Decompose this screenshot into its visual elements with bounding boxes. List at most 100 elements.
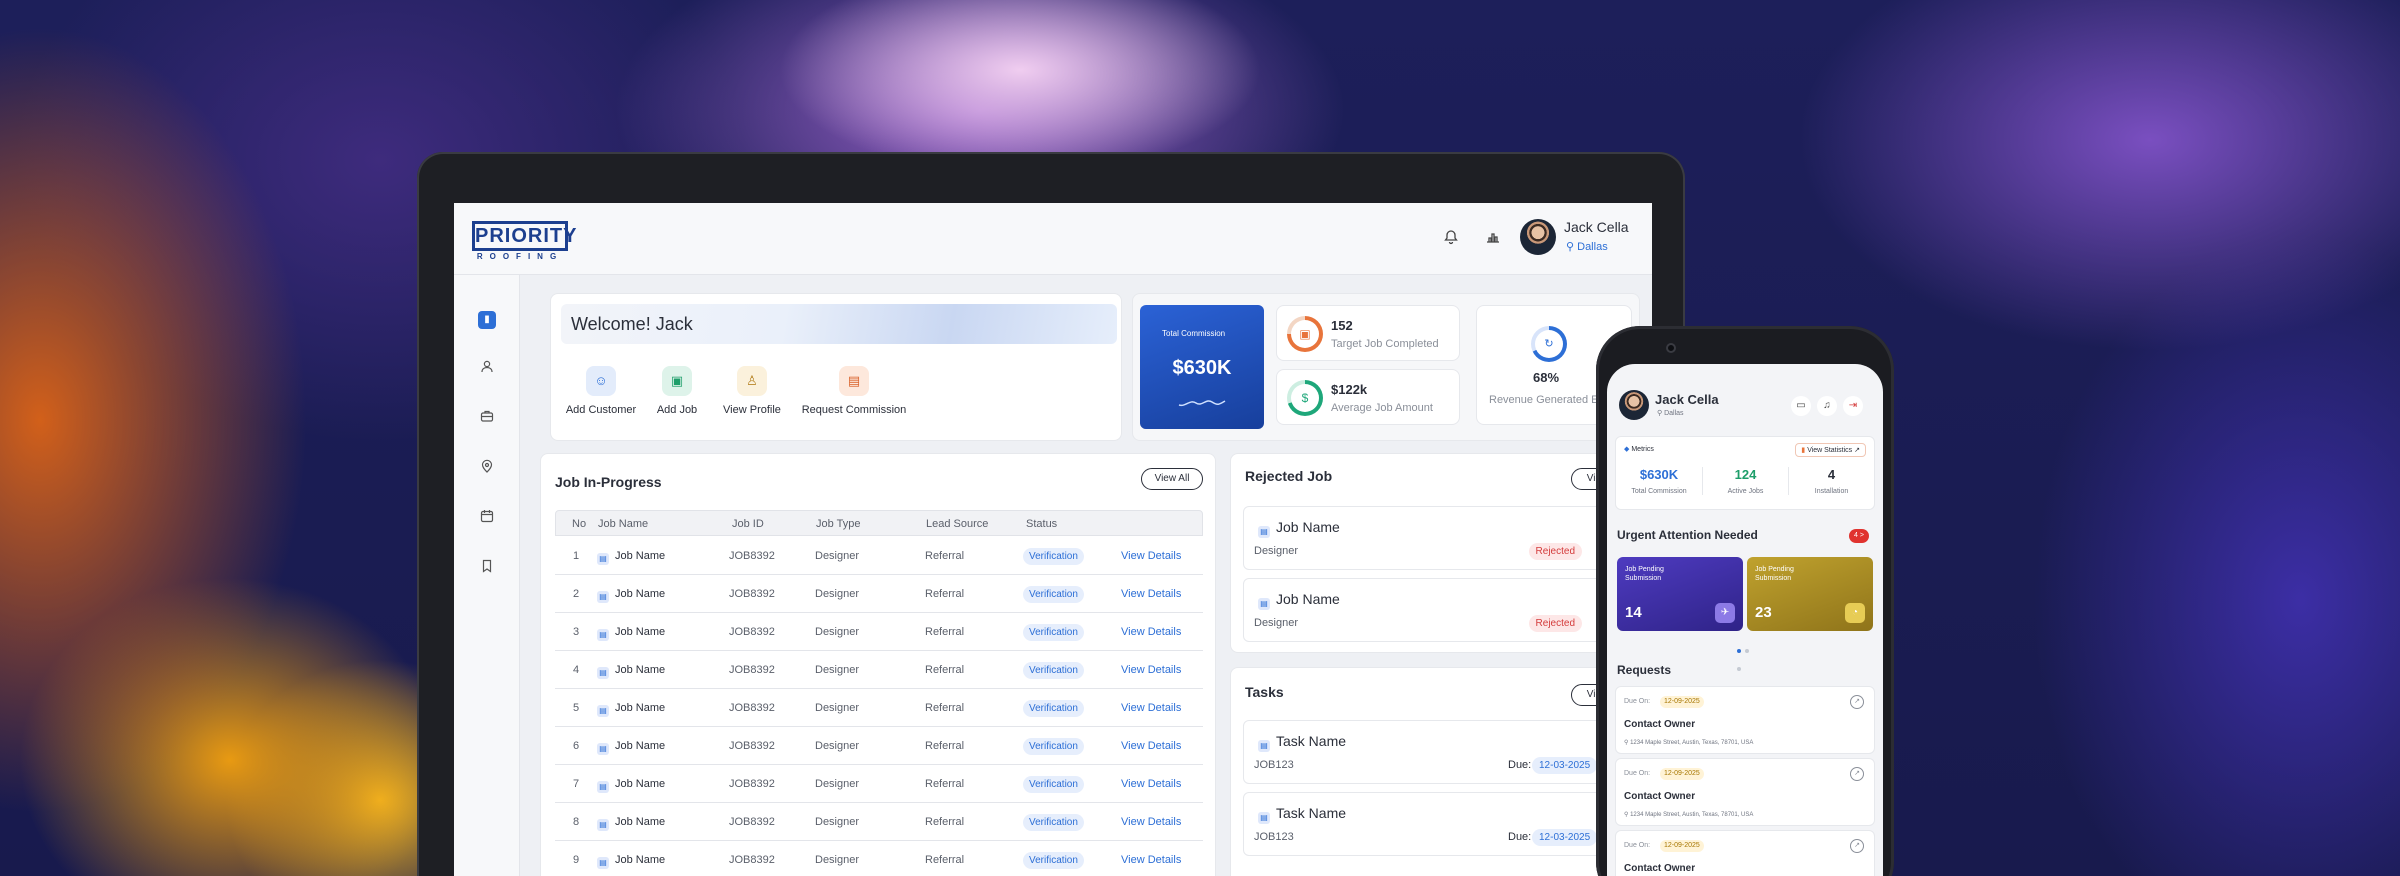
carousel-dots[interactable] <box>1737 640 1753 671</box>
wallet-icon: ▤ <box>839 366 869 396</box>
commission-label: Total Commission <box>1162 329 1226 338</box>
lead-source: Referral <box>925 626 965 638</box>
lead-source: Referral <box>925 550 965 562</box>
view-details-link[interactable]: View Details <box>1121 689 1181 727</box>
table-row[interactable]: 8 ▤ Job Name JOB8392 Designer Referral Verific… <box>555 803 1203 841</box>
job-name-cell: ▤ Job Name <box>597 803 665 841</box>
status-badge: Verification <box>1023 624 1084 641</box>
table-row[interactable]: 5 ▤ Job Name JOB8392 Designer Referral Verific… <box>555 689 1203 727</box>
total-commission-card[interactable]: Total Commission $630K <box>1140 305 1264 429</box>
commission-value: $630K <box>1172 357 1232 379</box>
priority-roofing-logo[interactable]: PRIORITY ROOFING <box>472 221 576 261</box>
mobile-avatar[interactable] <box>1619 390 1649 420</box>
bookmark-icon <box>482 559 492 573</box>
view-details-link[interactable]: View Details <box>1121 841 1181 876</box>
logo-line1: PRIORITY <box>472 221 576 251</box>
bell-icon[interactable]: ♫ <box>1817 396 1837 416</box>
urgent-card[interactable]: Job Pending Submission 23 ◔ <box>1747 557 1873 631</box>
job-name-cell: ▤ Job Name <box>597 613 665 651</box>
document-icon: ▤ <box>597 591 609 603</box>
sidebar-item-jobs[interactable] <box>478 409 496 427</box>
view-details-link[interactable]: View Details <box>1121 537 1181 575</box>
arrow-icon[interactable]: ↗ <box>1850 839 1864 853</box>
table-row[interactable]: 3 ▤ Job Name JOB8392 Designer Referral Verific… <box>555 613 1203 651</box>
job-no: 3 <box>573 626 580 638</box>
add-customer-button[interactable]: ☺ Add Customer <box>561 366 641 416</box>
table-row[interactable]: 9 ▤ Job Name JOB8392 Designer Referral Verific… <box>555 841 1203 876</box>
arrow-icon[interactable]: ↗ <box>1850 767 1864 781</box>
urgent-badge[interactable]: 4 > <box>1849 529 1869 543</box>
table-row[interactable]: 7 ▤ Job Name JOB8392 Designer Referral Verific… <box>555 765 1203 803</box>
timer-icon: ◔ <box>1845 603 1865 623</box>
job-type: Designer <box>815 664 860 676</box>
card-icon[interactable]: ▭ <box>1791 396 1811 416</box>
profile-icon: ♙ <box>737 366 767 396</box>
job-no: 5 <box>573 702 580 714</box>
view-details-link[interactable]: View Details <box>1121 803 1181 841</box>
sidebar-item-calendar[interactable] <box>478 509 496 527</box>
job-name-cell: ▤ Job Name <box>597 727 665 765</box>
job-id: JOB8392 <box>729 702 775 714</box>
target-ring: ▣ <box>1287 316 1323 352</box>
view-details-link[interactable]: View Details <box>1121 613 1181 651</box>
request-item[interactable]: Due On: 12-09-2025 Contact Owner ↗ <box>1615 830 1875 876</box>
rocket-icon: ✈ <box>1715 603 1735 623</box>
average-ring: $ <box>1287 380 1323 416</box>
request-item[interactable]: Due On: 12-09-2025 Contact Owner ⚲ 1234 … <box>1615 686 1875 754</box>
task-id: JOB123 <box>1254 759 1294 771</box>
sidebar-item-locations[interactable] <box>478 459 496 477</box>
rejected-job-item[interactable]: ▤ Job Name Designer Rejected <box>1243 578 1614 642</box>
job-id: JOB8392 <box>729 550 775 562</box>
job-name-cell: ▤ Job Name <box>597 575 665 613</box>
add-job-button[interactable]: ▣ Add Job <box>649 366 705 416</box>
view-details-link[interactable]: View Details <box>1121 651 1181 689</box>
task-item[interactable]: ▤ Task Name JOB123 Due: 12-03-2025 <box>1243 720 1614 784</box>
document-icon: ▤ <box>1258 598 1270 610</box>
logout-icon[interactable]: ⇥ <box>1843 396 1863 416</box>
table-row[interactable]: 6 ▤ Job Name JOB8392 Designer Referral Verific… <box>555 727 1203 765</box>
view-statistics-button[interactable]: ▮ View Statistics ↗ <box>1795 443 1866 457</box>
view-profile-button[interactable]: ♙ View Profile <box>717 366 787 416</box>
job-no: 7 <box>573 778 580 790</box>
requests-title: Requests <box>1617 663 1672 677</box>
table-row[interactable]: 1 ▤ Job Name JOB8392 Designer Referral Verific… <box>555 537 1203 575</box>
metrics-icon: ◆ <box>1624 446 1630 453</box>
lead-source: Referral <box>925 588 965 600</box>
rejected-job-name: Job Name <box>1276 519 1340 535</box>
revenue-value: 68% <box>1533 370 1560 385</box>
sidebar-item-dashboard[interactable]: ▮ <box>478 311 496 329</box>
rejected-job-card: Rejected Job View A ▤Job Name Designer R… <box>1230 453 1650 653</box>
request-item[interactable]: Due On: 12-09-2025 Contact Owner ⚲ 1234 … <box>1615 758 1875 826</box>
avatar[interactable] <box>1520 219 1556 255</box>
view-details-link[interactable]: View Details <box>1121 727 1181 765</box>
document-icon: ▤ <box>597 781 609 793</box>
metrics-card: ◆ Metrics ▮ View Statistics ↗ $630K Tota… <box>1615 436 1875 510</box>
status-badge: Verification <box>1023 776 1084 793</box>
job-no: 1 <box>573 550 580 562</box>
chart-icon[interactable] <box>1482 229 1504 251</box>
dashboard-icon: ▮ <box>484 314 490 325</box>
document-icon: ▤ <box>597 857 609 869</box>
rejected-job-item[interactable]: ▤ Job Name Designer Rejected <box>1243 506 1614 570</box>
job-name-cell: ▤ Job Name <box>597 765 665 803</box>
table-row[interactable]: 2 ▤ Job Name JOB8392 Designer Referral Verific… <box>555 575 1203 613</box>
view-details-link[interactable]: View Details <box>1121 575 1181 613</box>
status-badge: Verification <box>1023 548 1084 565</box>
table-row[interactable]: 4 ▤ Job Name JOB8392 Designer Referral Verific… <box>555 651 1203 689</box>
view-details-link[interactable]: View Details <box>1121 765 1181 803</box>
bell-icon[interactable] <box>1440 229 1462 251</box>
sidebar-item-users[interactable] <box>478 359 496 377</box>
document-icon: ▤ <box>597 629 609 641</box>
welcome-card: Welcome! Jack ☺ Add Customer ▣ Add Job ♙… <box>550 293 1122 441</box>
job-type: Designer <box>815 588 860 600</box>
request-commission-button[interactable]: ▤ Request Commission <box>799 366 909 416</box>
task-item[interactable]: ▤ Task Name JOB123 Due: 12-03-2025 <box>1243 792 1614 856</box>
status-badge: Verification <box>1023 852 1084 869</box>
sidebar-item-saved[interactable] <box>478 559 496 577</box>
arrow-icon[interactable]: ↗ <box>1850 695 1864 709</box>
document-icon: ▤ <box>1258 740 1270 752</box>
urgent-card[interactable]: Job Pending Submission 14 ✈ <box>1617 557 1743 631</box>
metric-active-jobs: 124 Active Jobs <box>1702 467 1788 495</box>
average-job-stat: $ $122k Average Job Amount <box>1276 369 1460 425</box>
view-all-jobs-button[interactable]: View All <box>1141 468 1203 490</box>
